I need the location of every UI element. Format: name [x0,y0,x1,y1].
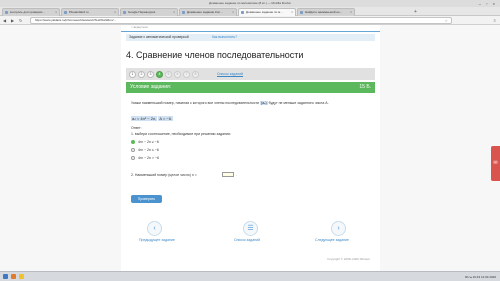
tab-label: Найдите наименьший но... [305,10,343,14]
favicon-icon [241,11,244,14]
favicon-icon [5,11,8,14]
radio-button[interactable] [131,156,135,160]
step2-instruction: 2. Наименьший номер (целое число) n = [131,173,197,177]
tab-close-icon[interactable]: × [232,9,234,16]
page-viewport: < вернуться Задание с автоматической про… [0,25,500,271]
condition-title: Условие задания: [130,84,172,90]
formula-lhs: aₙ = 4n² − 2n, [131,116,158,121]
tab-close-icon[interactable]: × [291,9,293,16]
radio-selected[interactable] [131,140,135,144]
tab-label: Plusandtard.ru [69,10,89,14]
mail-icon: ✉ [493,160,498,166]
sequence-symbol: (aₙ) [260,101,268,105]
browser-tab[interactable]: Найдите наименьший но... × [297,8,355,16]
new-tab-icon[interactable]: + [414,9,417,15]
bookmark-star-icon[interactable]: ☆ [444,18,448,23]
task-statement: Укажи наименьший номер, начиная с которо… [131,101,369,106]
feedback-tab[interactable]: ✉ [491,146,500,181]
address-bar[interactable]: https://www.yaklass.ru/p/homework/testwo… [30,17,452,24]
task-navigation: 1 2 3 4 5 6 7 8 Список заданий [126,68,375,80]
browser-tab[interactable]: Google Переводчик × [120,8,178,16]
favicon-icon [300,11,303,14]
task-list-link[interactable]: Список заданий [217,68,243,80]
page-title: 4. Сравнение членов последовательности [126,50,304,60]
task-pill[interactable]: 7 [183,71,190,78]
list-icon[interactable]: ☰ [243,221,258,236]
tab-close-icon[interactable]: × [350,9,352,16]
tab-label: Google Переводчик [128,10,156,14]
breadcrumb: Задание с автоматической проверкой Как в… [126,34,375,41]
answer-label: Ответ: [131,126,142,130]
window-title: Домашнее задание по математике (8 кл.) —… [209,1,291,5]
start-icon[interactable] [3,274,8,279]
window-controls[interactable]: – ▫ × [479,1,497,6]
bottom-navigation: ‹ Предыдущее задание ☰ Список заданий › … [121,221,380,249]
url-text[interactable]: https://www.yaklass.ru/p/homework/testwo… [35,18,116,23]
radio-button[interactable] [131,148,135,152]
task-pill[interactable]: 5 [165,71,172,78]
browser-tab[interactable]: Домашнее задание Кол... × [179,8,237,16]
favicon-icon [64,11,67,14]
favicon-icon [123,11,126,14]
task-list-link-bottom[interactable]: Список заданий [234,238,260,243]
task-pill[interactable]: 2 [138,71,145,78]
right-margin [380,25,500,271]
task-pill[interactable]: 3 [147,71,154,78]
tab-close-icon[interactable]: × [114,9,116,16]
browser-tab[interactable]: Plusandtard.ru × [61,8,119,16]
tab-close-icon[interactable]: × [55,9,57,16]
tab-label: контроль для проверки... [10,10,45,14]
os-taskbar: RU ▴ 16:43 12.03.2020 [0,271,500,281]
task-text-part1: Укажи наименьший номер, начиная с которо… [131,101,260,105]
menu-icon[interactable]: ≡ [494,17,496,24]
prev-arrow-icon[interactable]: ‹ [147,221,162,236]
how-to-link[interactable]: Как выполнять? [212,34,237,41]
tab-bar: контроль для проверки... × Plusandtard.r… [0,7,500,16]
browser-tab-active[interactable]: Домашнее задание по м... × [238,8,296,16]
answer-input[interactable] [222,172,234,177]
window-titlebar: Домашнее задание по математике (8 кл.) —… [0,0,500,7]
browser-tab[interactable]: контроль для проверки... × [2,8,60,16]
task-pill[interactable]: 8 [192,71,199,78]
reload-icon[interactable]: ↻ [19,17,22,24]
tab-close-icon[interactable]: × [173,9,175,16]
check-button[interactable]: Проверить [131,195,162,203]
option-label: 4n² − 2n ≥ −6 [138,140,159,144]
score-badge: 15 Б. [359,84,371,90]
task-text-part2: будут не меньше заданного числа A. [268,101,329,105]
option-label: 4n² − 2n > −6 [138,156,159,160]
formula-rhs: A = −6. [158,116,174,121]
task-pill[interactable]: 1 [129,71,136,78]
system-tray: RU ▴ 16:43 12.03.2020 [465,275,496,279]
task-pill-current[interactable]: 4 [156,71,163,78]
step1-instruction: 1. выбери соотношение, необходимое при р… [131,132,231,136]
step2-end: . [236,173,237,177]
next-arrow-icon[interactable]: › [331,221,346,236]
task-pill[interactable]: 6 [174,71,181,78]
condition-header: Условие задания: 15 Б. [126,82,375,93]
main-content: < вернуться Задание с автоматической про… [121,25,380,271]
prev-task-link[interactable]: Предыдущее задание [139,238,175,243]
tab-label: Домашнее задание по м... [246,10,283,14]
copyright: Copyright © 2008–2020 ЯКласс [327,257,370,261]
firefox-icon[interactable] [11,274,16,279]
sequence-formula: aₙ = 4n² − 2n, A = −6. [131,116,174,122]
breadcrumb-text: Задание с автоматической проверкой [129,35,189,39]
folder-icon[interactable] [19,274,24,279]
favicon-icon [182,11,185,14]
option-label: 4n² − 2n ≤ −6 [138,148,159,152]
next-task-link[interactable]: Следующее задание [315,238,349,243]
back-icon[interactable]: ◀ [3,17,6,24]
divider [121,31,380,32]
back-link[interactable]: < вернуться [131,25,148,29]
left-margin [0,25,121,271]
navigation-bar: ◀ ▶ ↻ https://www.yaklass.ru/p/homework/… [0,16,500,25]
forward-icon[interactable]: ▶ [11,17,14,24]
tab-label: Домашнее задание Кол... [187,10,223,14]
